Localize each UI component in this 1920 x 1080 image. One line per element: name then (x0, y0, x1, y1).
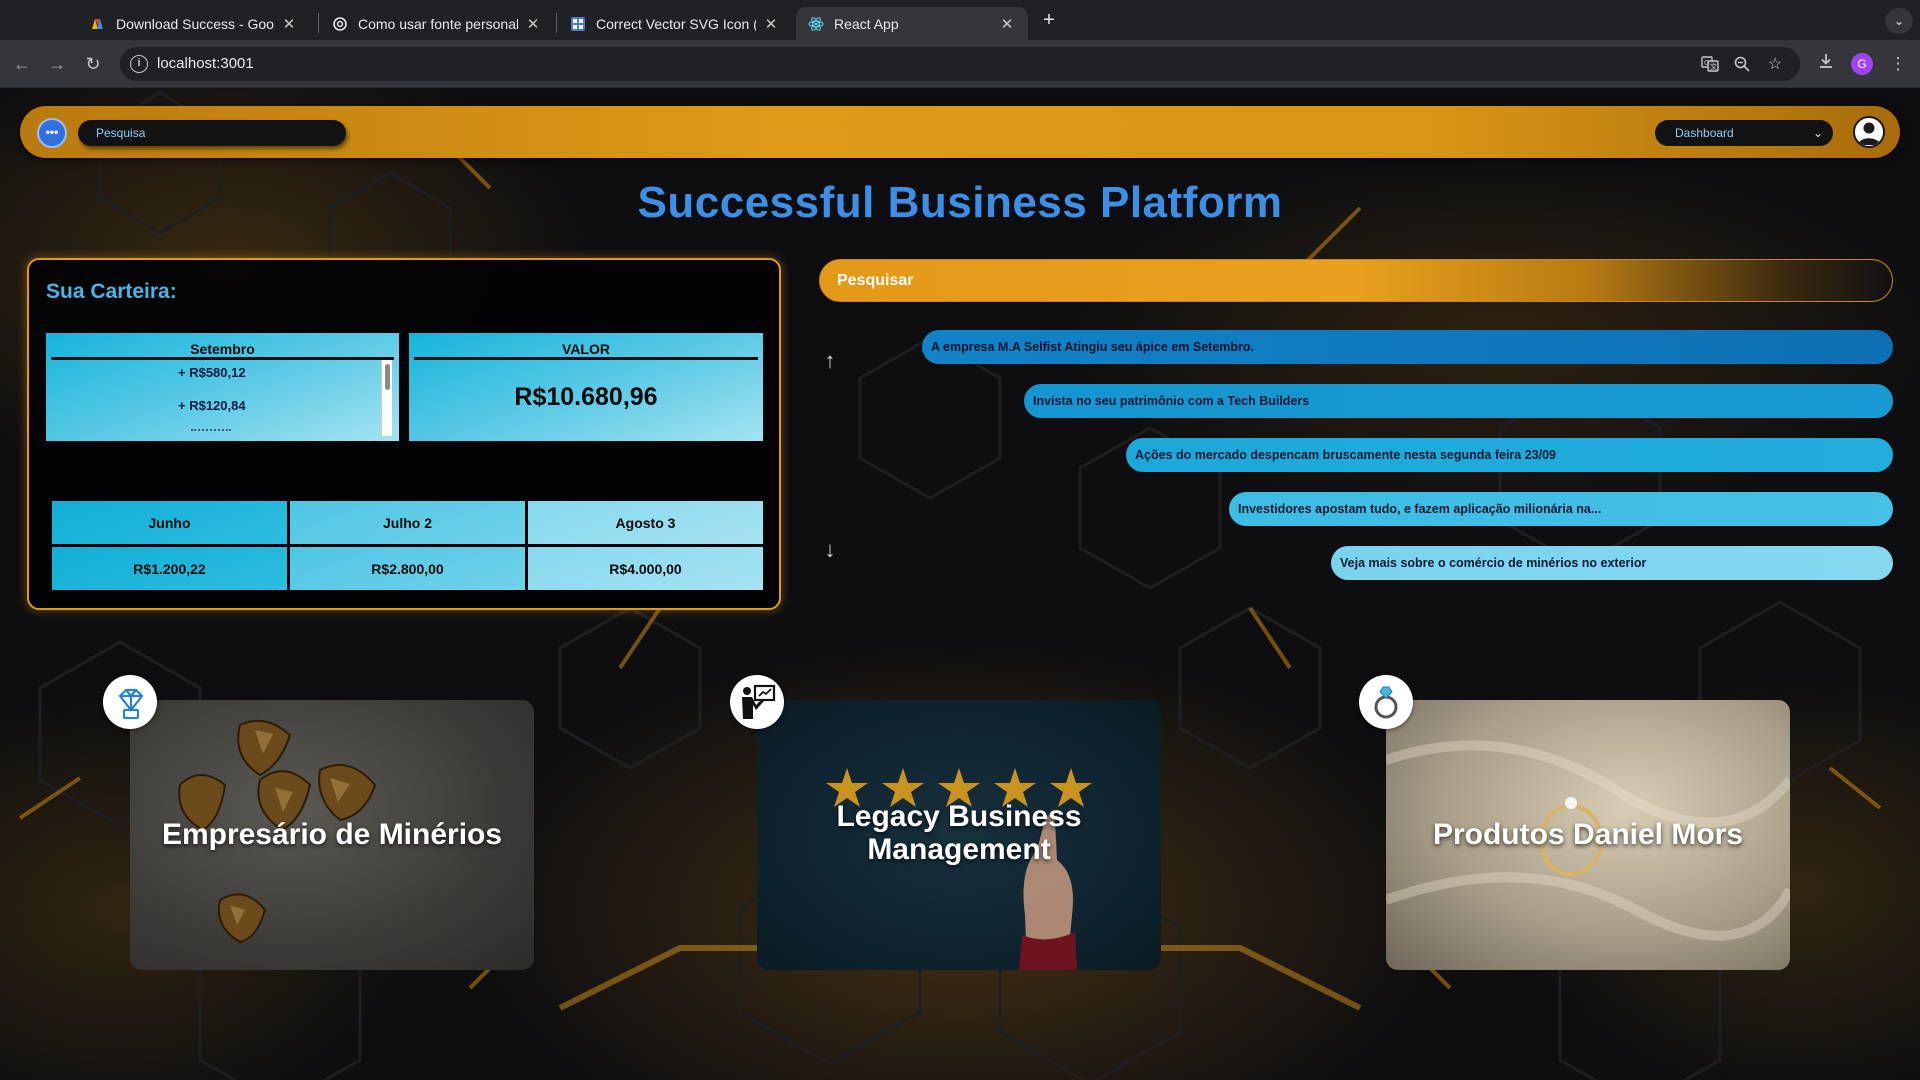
presenter-icon (730, 675, 784, 729)
new-tab-button[interactable]: + (1036, 8, 1062, 34)
site-info-icon[interactable]: i (130, 55, 148, 73)
value-header: VALOR (562, 341, 610, 357)
news-item[interactable]: Ações do mercado despencam bruscamente n… (1126, 438, 1893, 472)
arrow-down-icon[interactable]: ↓ (817, 537, 843, 563)
tab-fonte-personalizada[interactable]: Como usar fonte personalizad ✕ (320, 7, 554, 40)
news-item[interactable]: Veja mais sobre o comércio de minérios n… (1331, 546, 1893, 580)
list-item: + R$120,84 (178, 398, 246, 413)
user-avatar-icon[interactable] (1853, 116, 1885, 148)
top-app-bar: ••• Dashboard ⌄ (20, 106, 1900, 158)
entries-scrollbar[interactable] (381, 360, 392, 436)
monthly-table: Junho Julho 2 Agosto 3 R$1.200,22 R$2.80… (49, 498, 766, 593)
news-item[interactable]: A empresa M.A Selfist Atingiu seu ápice … (922, 330, 1893, 364)
profile-avatar[interactable]: G (1851, 53, 1873, 75)
table-cell: R$4.000,00 (528, 547, 763, 590)
tab-title: Correct Vector SVG Icon (4) - (596, 15, 756, 32)
chatgpt-icon (332, 16, 348, 32)
card-produtos-daniel-mors[interactable]: Produtos Daniel Mors (1386, 700, 1790, 970)
browser-tab-strip: Download Success - Google I ✕ Como usar … (0, 0, 1920, 40)
tab-svg-icon[interactable]: Correct Vector SVG Icon (4) - ✕ (558, 7, 792, 40)
reload-icon[interactable]: ↻ (81, 52, 105, 76)
close-icon[interactable]: ✕ (998, 15, 1016, 33)
google-docs-icon (90, 16, 106, 32)
url-text: localhost:3001 (157, 55, 254, 72)
svg-text:G: G (1704, 59, 1709, 67)
total-value-box: VALOR R$10.680,96 (409, 333, 763, 441)
card-title: Legacy Business Management (836, 800, 1082, 866)
table-header-cell: Junho (52, 501, 287, 544)
table-cell: R$2.800,00 (290, 547, 525, 590)
page-title: Successful Business Platform (637, 178, 1283, 227)
tab-download-success[interactable]: Download Success - Google I ✕ (78, 7, 310, 40)
news-item[interactable]: Investidores apostam tudo, e fazem aplic… (1229, 492, 1893, 526)
table-row: Junho Julho 2 Agosto 3 (52, 501, 763, 544)
tab-title: React App (834, 15, 899, 32)
page-select-dropdown[interactable]: Dashboard ⌄ (1655, 120, 1833, 146)
table-row: R$1.200,22 R$2.800,00 R$4.000,00 (52, 547, 763, 590)
menu-kebab-icon[interactable]: ⋮ (1886, 52, 1910, 76)
browser-toolbar: ← → ↻ i localhost:3001 G文 ☆ G ⋮ (0, 40, 1920, 88)
card-title: Produtos Daniel Mors (1432, 818, 1744, 851)
month-header: Setembro (190, 341, 255, 357)
tab-react-app[interactable]: React App ✕ (796, 7, 1028, 40)
tab-search-button[interactable]: ⌄ (1885, 8, 1913, 34)
total-value: R$10.680,96 (514, 383, 658, 411)
forward-icon[interactable]: → (45, 52, 69, 76)
download-icon[interactable] (1814, 52, 1838, 76)
card-title: Empresário de Minérios (161, 818, 503, 851)
list-item: + R$580,12 (178, 365, 246, 380)
table-header-cell: Julho 2 (290, 501, 525, 544)
news-search-label: Pesquisar (837, 272, 914, 289)
card-minerios[interactable]: Empresário de Minérios (130, 700, 534, 970)
svg-text:文: 文 (1710, 62, 1717, 71)
close-icon[interactable]: ✕ (762, 15, 780, 33)
wallet-title: Sua Carteira: (46, 280, 177, 303)
zoom-icon[interactable] (1732, 55, 1752, 75)
dropdown-selected-value: Dashboard (1675, 126, 1734, 140)
news-item[interactable]: Invista no seu patrimônio com a Tech Bui… (1024, 384, 1893, 418)
month-entries-box[interactable]: Setembro + R$580,12 + R$120,84 (46, 333, 399, 441)
table-header-cell: Agosto 3 (528, 501, 763, 544)
back-icon[interactable]: ← (10, 52, 34, 76)
close-icon[interactable]: ✕ (280, 15, 298, 33)
tab-title: Como usar fonte personalizad (358, 15, 518, 32)
arrow-up-icon[interactable]: ↑ (817, 348, 843, 374)
table-cell: R$1.200,22 (52, 547, 287, 590)
gem-certificate-icon (103, 675, 157, 729)
svgrepo-icon (570, 16, 586, 32)
react-icon (808, 16, 824, 32)
translate-icon[interactable]: G文 (1700, 55, 1720, 75)
app-page: ••• Dashboard ⌄ Successful Business Plat… (0, 88, 1920, 1080)
address-bar[interactable]: i localhost:3001 G文 ☆ (120, 47, 1800, 81)
bookmark-star-icon[interactable]: ☆ (1765, 55, 1785, 75)
card-legacy-business[interactable]: Legacy Business Management (757, 700, 1161, 970)
chat-bubble-icon[interactable]: ••• (37, 118, 67, 148)
wallet-panel: Sua Carteira: Setembro + R$580,12 + R$12… (27, 258, 781, 610)
tab-title: Download Success - Google I (116, 15, 274, 32)
close-icon[interactable]: ✕ (524, 15, 542, 33)
ring-icon (1359, 675, 1413, 729)
search-input[interactable] (78, 120, 346, 146)
news-search-bar[interactable]: Pesquisar (819, 259, 1893, 302)
chevron-down-icon: ⌄ (1812, 126, 1823, 140)
